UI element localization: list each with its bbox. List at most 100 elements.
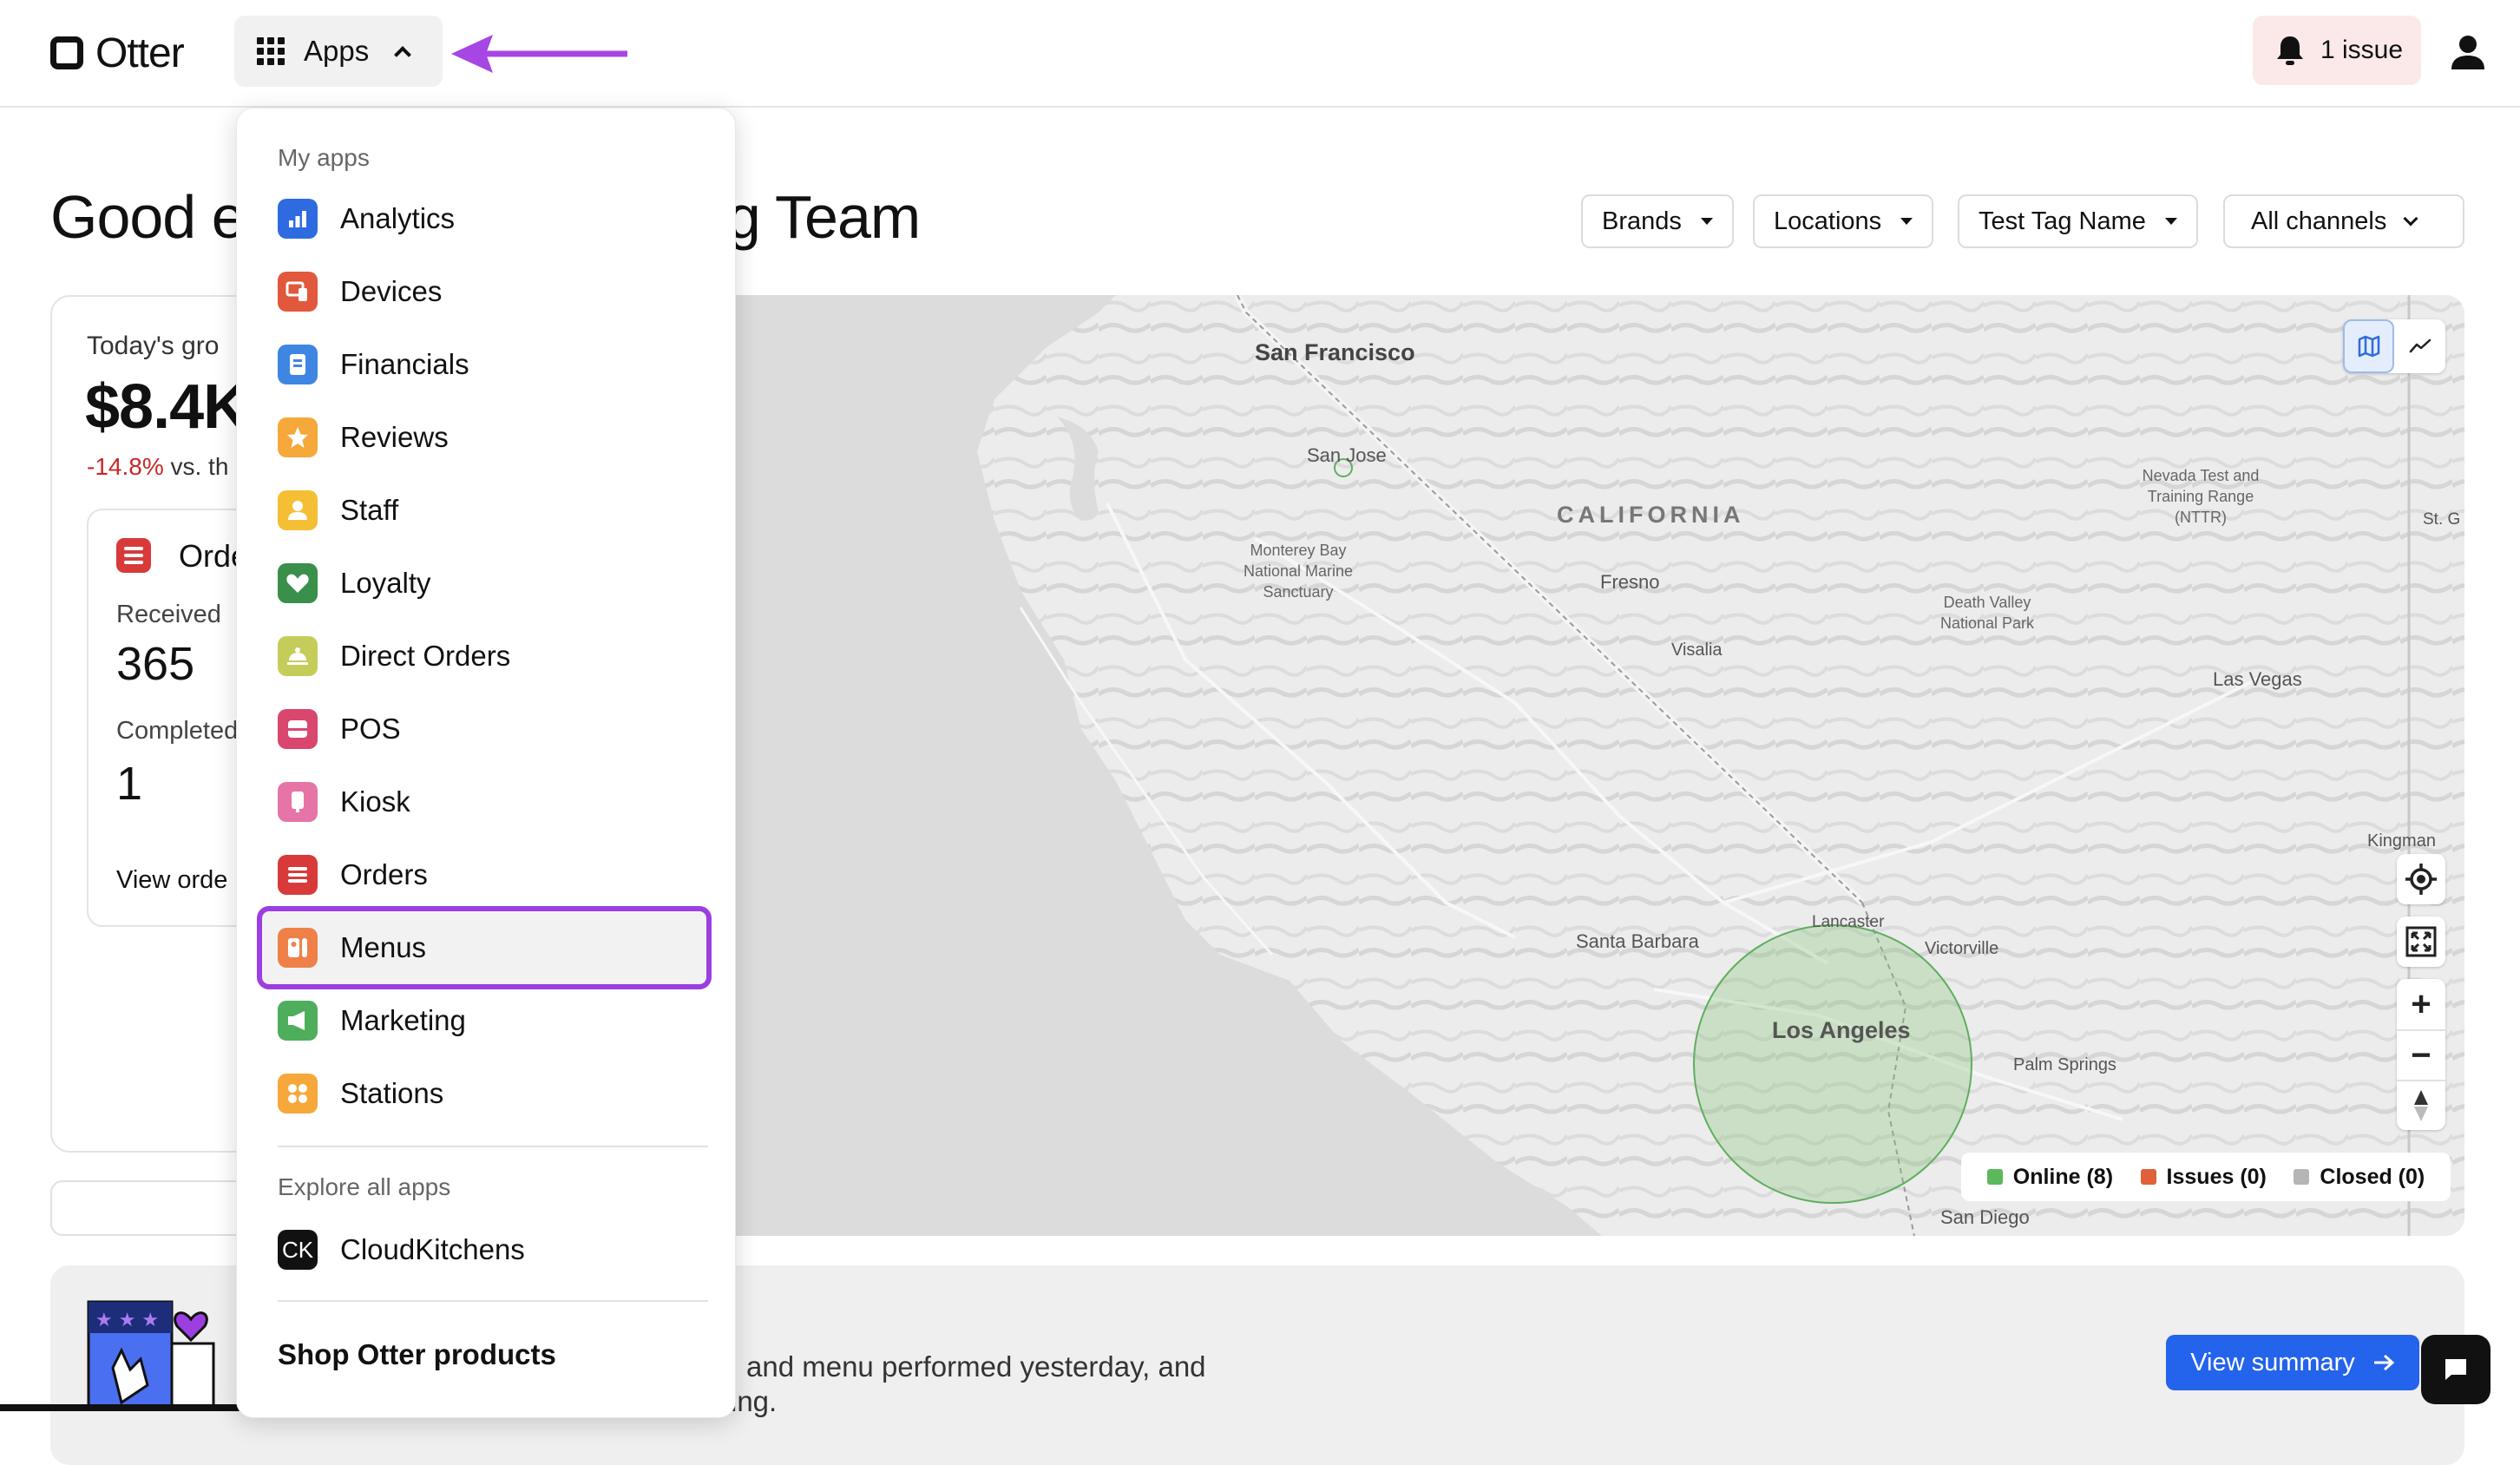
legend-issues-label: Issues (0) xyxy=(2166,1164,2267,1189)
caret-down-icon xyxy=(1700,218,1713,225)
explore-apps-heading: Explore all apps xyxy=(278,1173,451,1200)
map-label-california: CALIFORNIA xyxy=(1557,502,1745,528)
bell-icon xyxy=(2277,36,2303,65)
legend-swatch-online xyxy=(1986,1169,2003,1185)
menus-icon xyxy=(278,928,318,968)
user-profile-icon[interactable] xyxy=(2449,33,2487,71)
view-summary-label: View summary xyxy=(2190,1348,2355,1376)
app-item-label: Loyalty xyxy=(340,567,431,599)
app-item-label: CloudKitchens xyxy=(340,1233,525,1265)
arrow-right-icon xyxy=(2373,1354,2395,1371)
brands-filter[interactable]: Brands xyxy=(1581,194,1734,248)
marketing-icon xyxy=(278,1001,318,1041)
map-label-santa-barbara: Santa Barbara xyxy=(1576,930,1699,952)
app-item-label: Direct Orders xyxy=(340,640,511,672)
otter-logo-text: Otter xyxy=(95,30,185,76)
legend-issues: Issues (0) xyxy=(2140,1164,2267,1190)
crosshair-icon xyxy=(2405,864,2437,895)
trend-view-button[interactable] xyxy=(2394,319,2445,373)
caret-down-icon xyxy=(2164,218,2177,225)
map-label-death-valley: Death Valley National Park xyxy=(1939,594,2035,632)
legend-online-label: Online (8) xyxy=(2012,1164,2114,1189)
devices-icon xyxy=(278,272,318,312)
legend-closed: Closed (0) xyxy=(2294,1165,2425,1190)
app-item-direct-orders[interactable]: Direct Orders xyxy=(257,623,712,689)
map-label-san-jose: San Jose xyxy=(1307,444,1387,466)
sales-delta-suffix: vs. th xyxy=(163,453,229,480)
app-item-financials[interactable]: Financials xyxy=(257,332,712,397)
sales-delta: -14.8% vs. th xyxy=(87,453,228,481)
map-label-monterey: Monterey Bay National Marine Sanctuary xyxy=(1243,542,1354,601)
compass-button[interactable] xyxy=(2397,1080,2445,1130)
kiosk-icon xyxy=(278,782,318,822)
otter-logo[interactable]: Otter xyxy=(50,30,185,76)
chat-icon xyxy=(2445,1359,2466,1380)
app-item-label: Financials xyxy=(340,348,469,380)
view-summary-button[interactable]: View summary xyxy=(2166,1335,2419,1390)
locations-filter-label: Locations xyxy=(1774,207,1882,235)
zoom-control: + − xyxy=(2397,979,2445,1130)
view-orders-link[interactable]: View orde xyxy=(116,866,227,895)
fullscreen-button[interactable] xyxy=(2397,916,2445,967)
app-item-label: Staff xyxy=(340,494,399,526)
financials-icon xyxy=(278,345,318,384)
issues-button[interactable]: 1 issue xyxy=(2253,16,2421,85)
app-item-orders[interactable]: Orders xyxy=(257,842,712,908)
shop-otter-products-link[interactable]: Shop Otter products xyxy=(278,1338,556,1371)
map-view-toggle xyxy=(2343,319,2445,373)
fullscreen-icon xyxy=(2405,926,2437,957)
analytics-icon xyxy=(278,199,318,239)
tag-filter[interactable]: Test Tag Name xyxy=(1958,194,2198,248)
map-label-st-george: St. G xyxy=(2423,510,2461,529)
app-item-analytics[interactable]: Analytics xyxy=(257,186,712,252)
zoom-in-button[interactable]: + xyxy=(2397,979,2445,1029)
map-label-palm-springs: Palm Springs xyxy=(2013,1055,2116,1074)
app-item-menus[interactable]: Menus xyxy=(257,906,712,989)
brands-filter-label: Brands xyxy=(1602,207,1682,235)
menu-divider xyxy=(278,1146,708,1147)
app-item-label: POS xyxy=(340,713,401,745)
map-label-los-angeles: Los Angeles xyxy=(1772,1017,1911,1043)
apps-button-label: Apps xyxy=(304,35,370,67)
app-item-devices[interactable]: Devices xyxy=(257,259,712,325)
legend-online: Online (8) xyxy=(1986,1164,2114,1190)
chevron-down-icon xyxy=(2403,211,2418,227)
channels-filter[interactable]: All channels xyxy=(2223,194,2464,248)
app-item-pos[interactable]: POS xyxy=(257,696,712,762)
locations-map[interactable]: San Francisco San Jose Monterey Bay Nati… xyxy=(734,295,2464,1236)
map-label-las-vegas: Las Vegas xyxy=(2213,668,2302,690)
cloudkitchens-icon: CK xyxy=(278,1230,318,1270)
banner-text: and menu performed yesterday, and xyxy=(746,1350,1206,1383)
app-item-loyalty[interactable]: Loyalty xyxy=(257,550,712,616)
locations-filter[interactable]: Locations xyxy=(1753,194,1934,248)
app-item-staff[interactable]: Staff xyxy=(257,477,712,543)
caret-down-icon xyxy=(1900,218,1913,225)
app-item-kiosk[interactable]: Kiosk xyxy=(257,769,712,835)
sales-delta-percent: -14.8% xyxy=(87,453,164,480)
app-item-marketing[interactable]: Marketing xyxy=(257,988,712,1054)
zoom-out-button[interactable]: − xyxy=(2397,1029,2445,1080)
app-item-stations[interactable]: Stations xyxy=(257,1061,712,1127)
apps-grid-icon xyxy=(257,37,285,65)
map-legend: Online (8) Issues (0) Closed (0) xyxy=(1961,1153,2451,1201)
app-item-label: Marketing xyxy=(340,1004,466,1036)
direct-orders-icon xyxy=(278,636,318,676)
completed-value: 1 xyxy=(116,758,143,810)
map-label-visalia: Visalia xyxy=(1671,641,1723,660)
banner-text-line2: ing. xyxy=(731,1385,778,1417)
map-label-fresno: Fresno xyxy=(1600,571,1660,593)
map-label-san-diego: San Diego xyxy=(1940,1206,2030,1228)
app-item-reviews[interactable]: Reviews xyxy=(257,404,712,470)
svg-text:★ ★ ★: ★ ★ ★ xyxy=(95,1310,159,1331)
locate-me-button[interactable] xyxy=(2397,854,2445,904)
tag-filter-label: Test Tag Name xyxy=(1979,207,2146,235)
legend-closed-label: Closed (0) xyxy=(2320,1164,2425,1189)
chat-button[interactable] xyxy=(2421,1335,2490,1404)
legend-swatch-closed xyxy=(2294,1169,2310,1185)
map-view-button[interactable] xyxy=(2343,319,2394,373)
banner-illustration-icon: ★ ★ ★ xyxy=(87,1300,215,1411)
app-item-label: Menus xyxy=(340,931,427,963)
apps-menu-button[interactable]: Apps xyxy=(234,16,443,87)
app-item-cloudkitchens[interactable]: CK CloudKitchens xyxy=(257,1217,712,1283)
channels-filter-label: All channels xyxy=(2251,207,2387,235)
